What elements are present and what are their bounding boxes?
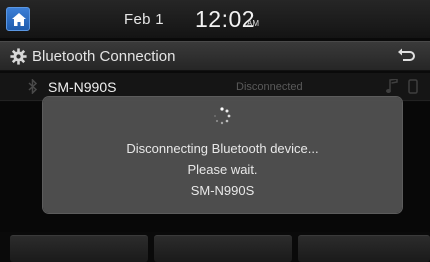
phone-icon xyxy=(408,79,418,94)
date-label: Feb 1 xyxy=(124,11,164,28)
music-note-icon xyxy=(386,79,398,93)
bottom-button-2[interactable] xyxy=(154,235,292,262)
home-icon xyxy=(12,13,26,26)
gear-icon xyxy=(10,48,27,65)
dialog-wait-text: Please wait. xyxy=(187,162,258,177)
bottom-button-bar xyxy=(0,235,430,262)
bottom-button-3[interactable] xyxy=(298,235,430,262)
dialog-device-name: SM-N990S xyxy=(190,183,255,198)
back-button[interactable] xyxy=(390,45,422,67)
device-name: SM-N990S xyxy=(48,79,117,95)
dialog-message: Disconnecting Bluetooth device... xyxy=(126,141,319,156)
title-bar: Bluetooth Connection xyxy=(0,41,430,71)
disconnecting-dialog: Disconnecting Bluetooth device... Please… xyxy=(43,97,402,213)
bottom-button-1[interactable] xyxy=(10,235,148,262)
status-bar: Feb 1 12:02 AM xyxy=(0,0,430,38)
screen: Feb 1 12:02 AM Bluetooth Connection SM-N… xyxy=(0,0,430,262)
device-status: Disconnected xyxy=(236,81,303,93)
page-title: Bluetooth Connection xyxy=(32,48,176,65)
loading-spinner-icon xyxy=(214,107,231,125)
back-arrow-icon xyxy=(398,48,415,61)
clock-ampm: AM xyxy=(247,19,259,28)
home-button[interactable] xyxy=(6,7,30,31)
bluetooth-icon xyxy=(28,79,38,94)
